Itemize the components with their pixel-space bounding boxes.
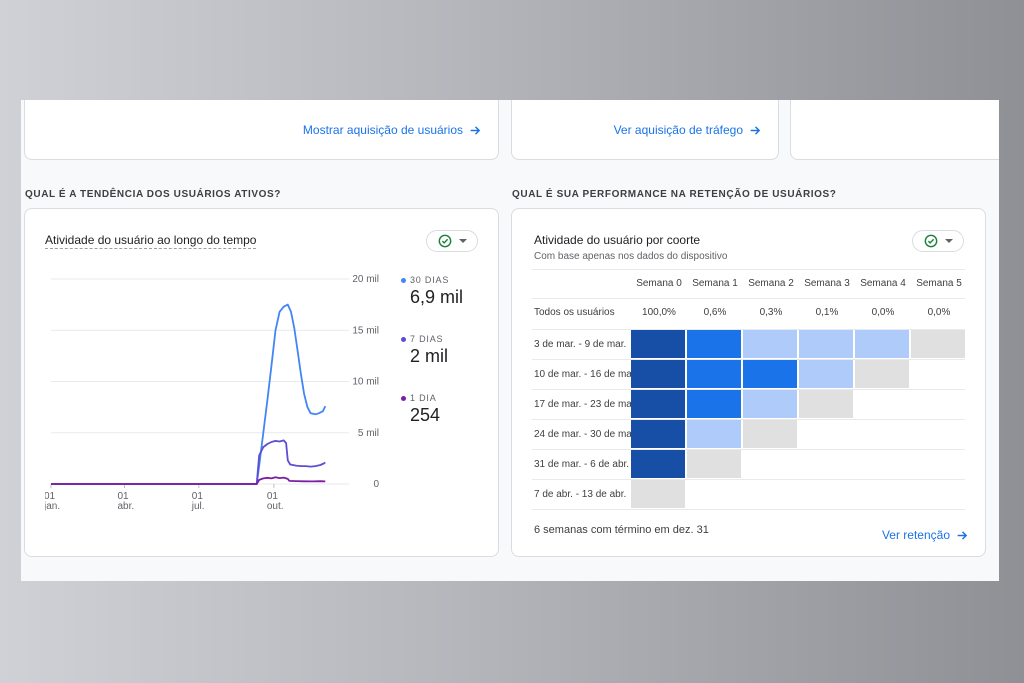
all-users-value: 0,1% — [815, 307, 839, 318]
cohort-row-label: 3 de mar. - 9 de mar. — [534, 339, 627, 350]
cohort-cell[interactable] — [631, 360, 685, 388]
cohort-cell[interactable] — [687, 360, 741, 388]
all-users-value: 0,3% — [759, 307, 783, 318]
cohort-cell[interactable] — [687, 330, 741, 358]
user-activity-chart: 05 mil10 mil15 mil20 mil01jan.01abr.01ju… — [45, 274, 379, 512]
cohort-cell[interactable] — [743, 420, 797, 448]
chevron-down-icon — [944, 239, 953, 243]
legend-dot-icon — [401, 395, 406, 401]
x-tick-month: abr. — [117, 501, 134, 512]
column-header: Semana 1 — [692, 278, 738, 289]
legend-dot-icon — [401, 277, 406, 283]
cohort-row-label: 10 de mar. - 16 de mar. — [534, 369, 631, 380]
cohort-cell[interactable] — [631, 330, 685, 358]
y-tick-label: 5 mil — [358, 428, 379, 439]
status-dropdown[interactable] — [426, 230, 478, 252]
view-traffic-acquisition-label: Ver aquisição de tráfego — [613, 123, 743, 137]
cohort-cell[interactable] — [687, 450, 741, 478]
column-header: Semana 4 — [860, 278, 906, 289]
cohort-row-label: 24 de mar. - 30 de mar. — [534, 429, 631, 440]
user-activity-title: Atividade do usuário ao longo do tempo — [45, 233, 257, 249]
chevron-down-icon — [458, 239, 467, 243]
table-divider — [532, 449, 965, 450]
cohort-cell[interactable] — [687, 420, 741, 448]
cohort-row-label: 31 de mar. - 6 de abr. — [534, 459, 630, 470]
dashboard-panel: Mostrar aquisição de usuários Ver aquisi… — [21, 100, 999, 581]
table-divider — [532, 269, 965, 270]
legend-dot-icon — [401, 336, 406, 342]
legend-label: 7 DIAS — [401, 334, 443, 344]
legend-label: 1 DIA — [401, 393, 437, 403]
all-users-value: 0,0% — [871, 307, 895, 318]
column-header: Semana 2 — [748, 278, 794, 289]
column-header: Semana 5 — [916, 278, 962, 289]
arrow-right-icon — [750, 125, 761, 135]
cohort-cell[interactable] — [743, 390, 797, 418]
column-header: Semana 0 — [636, 278, 682, 289]
arrow-right-icon — [470, 125, 481, 135]
x-tick-month: out. — [267, 501, 284, 512]
user-activity-title-text: Atividade do usuário ao longo do tempo — [45, 233, 257, 249]
cohort-cell[interactable] — [855, 360, 909, 388]
y-tick-label: 10 mil — [352, 377, 379, 388]
legend-value: 254 — [410, 405, 441, 425]
x-tick-month: jul. — [191, 501, 205, 512]
user-activity-card: Atividade do usuário ao longo do tempo 0… — [24, 208, 499, 557]
cohort-row-label: 7 de abr. - 13 de abr. — [534, 489, 627, 500]
view-retention-link[interactable]: Ver retenção — [882, 528, 969, 542]
y-tick-label: 15 mil — [352, 325, 379, 336]
cohort-cell[interactable] — [631, 480, 685, 508]
check-circle-icon — [924, 234, 937, 248]
table-divider — [532, 479, 965, 480]
legend-label-text: 7 DIAS — [410, 334, 444, 344]
cohort-subtitle: Com base apenas nos dados do dispositivo — [534, 251, 728, 262]
cohort-retention-card: Atividade do usuário por coorte Com base… — [511, 208, 986, 557]
cohort-row-label: 17 de mar. - 23 de mar. — [534, 399, 631, 410]
cohort-cell[interactable] — [743, 360, 797, 388]
cohort-cell[interactable] — [911, 330, 965, 358]
cohort-cell[interactable] — [631, 450, 685, 478]
all-users-label: Todos os usuários — [534, 307, 615, 318]
view-traffic-acquisition-link[interactable]: Ver aquisição de tráfego — [614, 123, 762, 137]
extra-card — [790, 100, 999, 160]
table-divider — [532, 298, 965, 299]
legend-value: 6,9 mil — [410, 287, 464, 307]
cohort-cell[interactable] — [631, 420, 685, 448]
legend-label: 30 DIAS — [401, 275, 449, 285]
traffic-acquisition-card: Ver aquisição de tráfego — [511, 100, 779, 160]
cohort-status-dropdown[interactable] — [912, 230, 964, 252]
active-users-section-title: QUAL É A TENDÊNCIA DOS USUÁRIOS ATIVOS? — [25, 189, 282, 200]
cohort-cell[interactable] — [799, 330, 853, 358]
all-users-value: 100,0% — [642, 307, 676, 318]
arrow-right-icon — [957, 530, 968, 540]
column-header: Semana 3 — [804, 278, 850, 289]
y-tick-label: 0 — [373, 479, 379, 490]
y-tick-label: 20 mil — [352, 274, 379, 285]
retention-section-title: QUAL É SUA PERFORMANCE NA RETENÇÃO DE US… — [512, 189, 837, 200]
all-users-value: 0,6% — [703, 307, 727, 318]
all-users-value: 0,0% — [927, 307, 951, 318]
cohort-cell[interactable] — [743, 330, 797, 358]
show-user-acquisition-link[interactable]: Mostrar aquisição de usuários — [303, 123, 482, 137]
table-divider — [532, 509, 965, 510]
cohort-title: Atividade do usuário por coorte — [534, 233, 701, 247]
show-user-acquisition-label: Mostrar aquisição de usuários — [302, 123, 463, 137]
legend-label-text: 30 DIAS — [410, 275, 450, 285]
cohort-cell[interactable] — [799, 390, 853, 418]
legend-label-text: 1 DIA — [410, 393, 437, 403]
series-line-1-dia — [51, 476, 326, 485]
x-tick-month: jan. — [45, 501, 60, 512]
user-acquisition-card: Mostrar aquisição de usuários — [24, 100, 499, 160]
cohort-cell[interactable] — [687, 390, 741, 418]
view-retention-label: Ver retenção — [881, 528, 950, 542]
cohort-cell[interactable] — [799, 360, 853, 388]
check-circle-icon — [438, 234, 451, 248]
cohort-cell[interactable] — [631, 390, 685, 418]
series-line-30-dias — [51, 303, 327, 485]
legend-value: 2 mil — [410, 346, 449, 366]
cohort-cell[interactable] — [855, 330, 909, 358]
cohort-footer: 6 semanas com término em dez. 31 — [534, 524, 709, 536]
